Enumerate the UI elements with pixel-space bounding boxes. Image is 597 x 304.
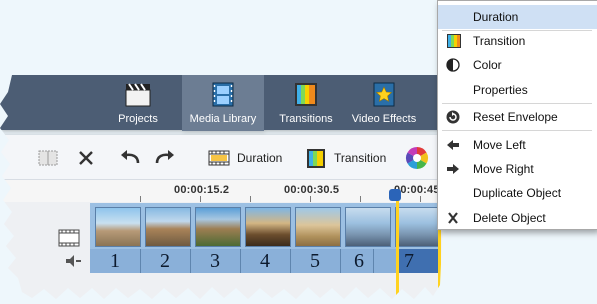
clip-number[interactable]: 5 [290, 249, 340, 273]
split-clip-icon [38, 150, 58, 166]
clip-thumbnail[interactable] [395, 207, 441, 247]
clip-number[interactable]: 7 [384, 249, 434, 273]
clip-number[interactable]: 4 [240, 249, 290, 273]
menu-item-label: Duplicate Object [473, 186, 562, 200]
split-button[interactable] [36, 145, 60, 171]
clapperboard-icon [125, 83, 151, 107]
audio-mute-icon[interactable] [64, 254, 82, 268]
arrow-right-icon [447, 164, 459, 174]
clip-number[interactable]: 1 [90, 249, 140, 273]
undo-icon [121, 150, 140, 164]
clip-number[interactable]: 2 [140, 249, 190, 273]
menu-item-label: Transition [473, 34, 526, 48]
clip-separator [373, 249, 374, 273]
menu-item-reset-envelope[interactable]: Reset Envelope [438, 105, 597, 129]
menu-item-label: Move Right [473, 162, 534, 176]
transition-button[interactable]: Transition [304, 145, 386, 171]
color-button[interactable] [404, 145, 430, 171]
redo-button[interactable] [153, 145, 177, 171]
menu-item-properties[interactable]: Properties [438, 78, 597, 102]
transition-icon [307, 149, 325, 168]
menu-item-label: Properties [473, 83, 528, 97]
clip-thumbnail-strip[interactable] [90, 203, 441, 249]
tab-transitions-label: Transitions [279, 113, 333, 125]
delete-button[interactable] [76, 145, 96, 171]
duration-film-icon [208, 150, 230, 166]
undo-button[interactable] [118, 145, 142, 171]
delete-icon [448, 212, 458, 224]
tab-projects-label: Projects [118, 113, 158, 125]
menu-item-delete-object[interactable]: Delete Object [438, 206, 597, 230]
clip-thumbnail[interactable] [295, 207, 341, 247]
clip-thumbnail[interactable] [345, 207, 391, 247]
ruler-time-label: 00:00:30.5 [284, 184, 340, 196]
tab-video-effects-label: Video Effects [351, 113, 417, 125]
duration-button-label: Duration [237, 151, 283, 165]
menu-item-move-right[interactable]: Move Right [438, 157, 597, 181]
playhead-handle[interactable] [389, 189, 401, 201]
color-wheel-icon [406, 147, 428, 169]
duration-button[interactable]: Duration [207, 145, 282, 171]
close-icon [79, 151, 93, 165]
menu-item-transition[interactable]: Transition [438, 29, 597, 53]
tab-projects[interactable]: Projects [97, 75, 179, 131]
video-track-icon [58, 229, 80, 247]
menu-item-move-left[interactable]: Move Left [438, 133, 597, 157]
clip-number[interactable]: 6 [334, 249, 384, 273]
context-menu: Duration Transition Color Properties Res… [437, 0, 597, 230]
tab-transitions[interactable]: Transitions [265, 75, 347, 131]
clip-number[interactable]: 3 [190, 249, 240, 273]
transition-button-label: Transition [334, 151, 387, 165]
tab-media-library-label: Media Library [189, 113, 257, 125]
menu-separator [442, 103, 592, 104]
menu-item-duplicate-object[interactable]: Duplicate Object [438, 181, 597, 205]
clip-thumbnail[interactable] [145, 207, 191, 247]
playhead-line[interactable] [396, 200, 399, 299]
transition-icon [295, 83, 317, 106]
tab-video-effects[interactable]: Video Effects [343, 75, 425, 131]
menu-item-label: Duration [473, 10, 519, 24]
menu-item-label: Reset Envelope [473, 110, 558, 124]
film-icon [212, 82, 234, 107]
color-icon [446, 58, 460, 72]
menu-item-duration[interactable]: Duration [438, 5, 597, 29]
clip-thumbnail[interactable] [95, 207, 141, 247]
transition-icon [447, 34, 461, 48]
ruler-time-label: 00:00:15.2 [174, 184, 230, 196]
clip-thumbnail[interactable] [245, 207, 291, 247]
clip-number-strip[interactable]: 1 2 3 4 5 6 7 [90, 249, 440, 273]
menu-item-label: Delete Object [473, 211, 546, 225]
redo-icon [155, 150, 174, 164]
menu-item-label: Move Left [473, 138, 526, 152]
menu-separator [442, 130, 592, 131]
star-film-icon [373, 82, 395, 107]
menu-item-label: Color [473, 58, 502, 72]
arrow-left-icon [447, 140, 459, 150]
tab-media-library[interactable]: Media Library [182, 75, 264, 131]
menu-item-color[interactable]: Color [438, 53, 597, 77]
reset-icon [446, 110, 460, 124]
clip-thumbnail[interactable] [195, 207, 241, 247]
